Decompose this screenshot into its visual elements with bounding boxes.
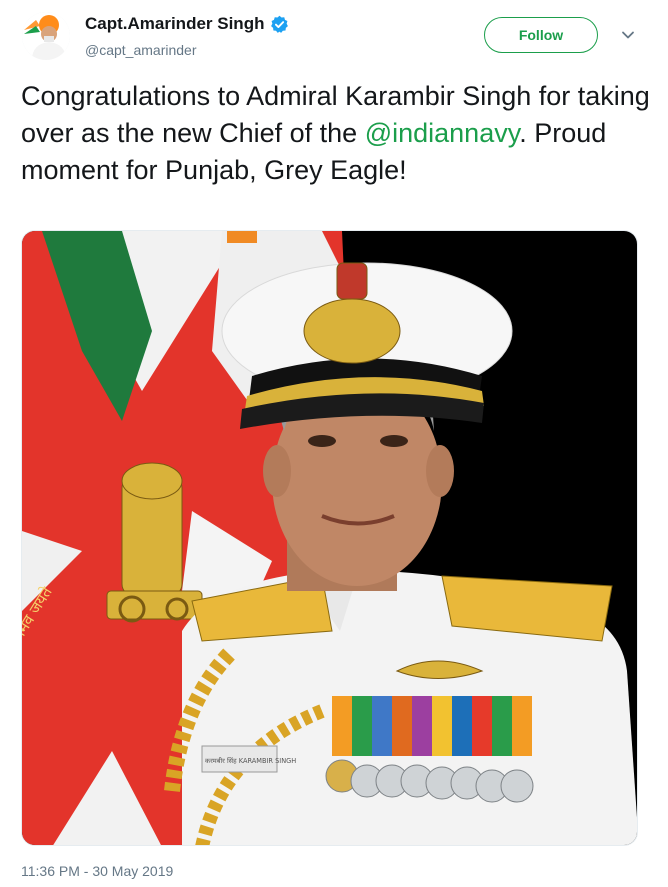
avatar[interactable] [22, 12, 70, 60]
follow-button[interactable]: Follow [484, 17, 598, 53]
tweet-photo[interactable]: सत्यमेव जयते करमबीर सिंह KARAMBIR SINGH [21, 230, 638, 846]
verified-badge-icon [270, 15, 289, 34]
avatar-image [22, 12, 70, 60]
name-row: Capt.Amarinder Singh [85, 14, 289, 34]
tweet-header: Capt.Amarinder Singh @capt_amarinder Fol… [0, 0, 668, 80]
chevron-down-icon[interactable] [620, 27, 636, 43]
nameplate-text: करमबीर सिंह KARAMBIR SINGH [205, 757, 296, 765]
display-name[interactable]: Capt.Amarinder Singh [85, 14, 264, 34]
tweet-text: Congratulations to Admiral Karambir Sing… [21, 78, 651, 189]
mention-link[interactable]: @indiannavy [365, 118, 520, 148]
tweet-timestamp[interactable]: 11:36 PM - 30 May 2019 [21, 863, 173, 879]
user-handle[interactable]: @capt_amarinder [85, 42, 197, 58]
admiral-portrait-image: सत्यमेव जयते करमबीर सिंह KARAMBIR SINGH [22, 231, 637, 845]
